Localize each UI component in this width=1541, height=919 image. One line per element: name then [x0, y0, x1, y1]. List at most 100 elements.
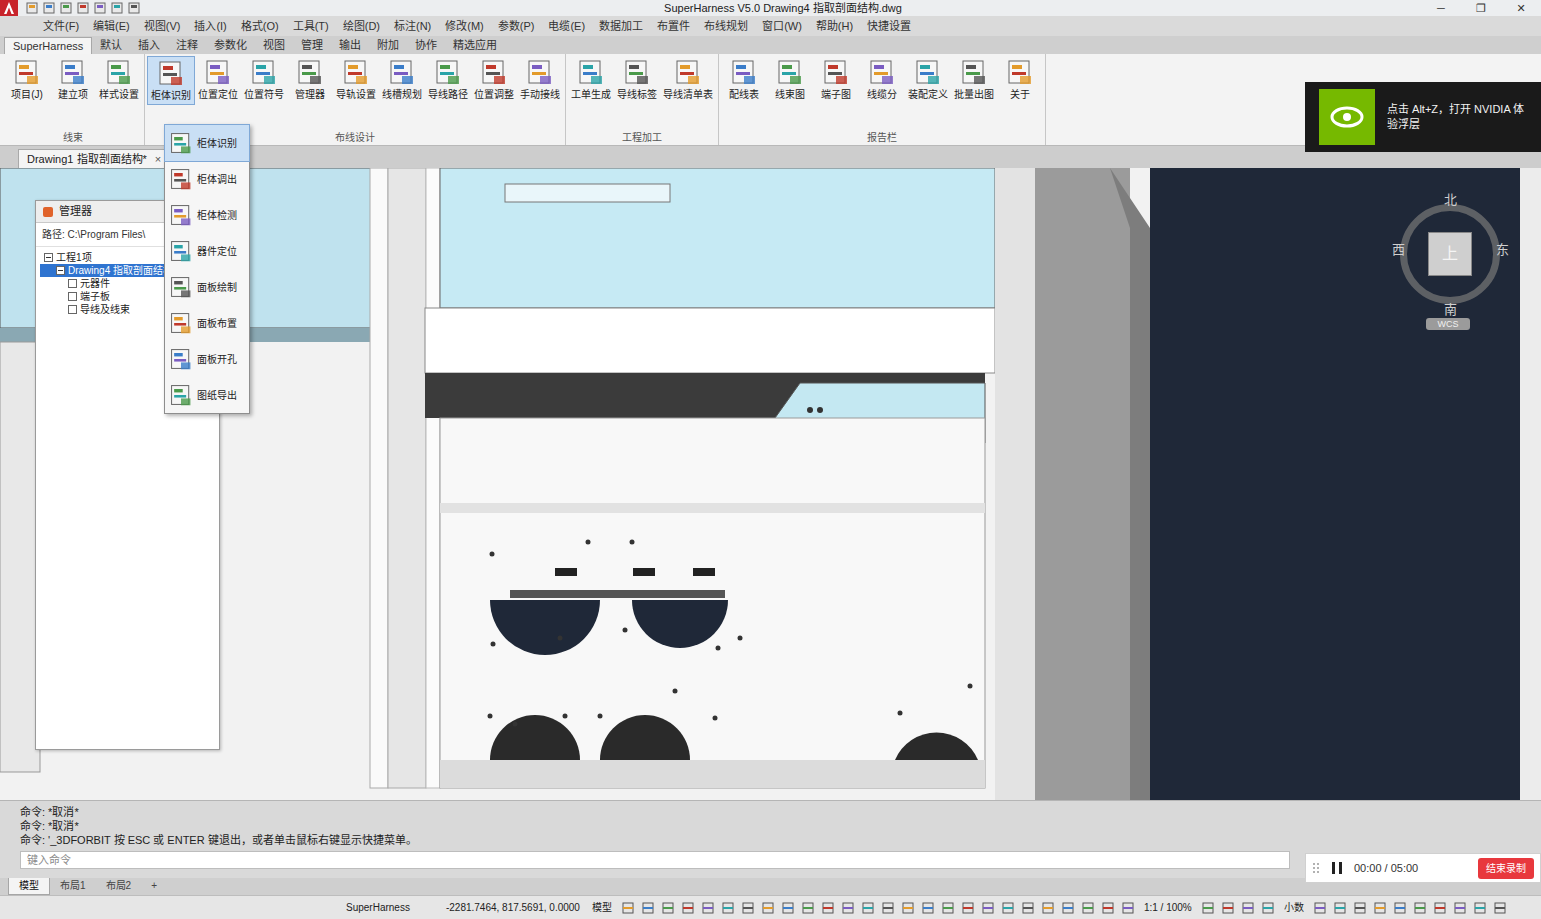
status-toggle-icon[interactable]: [1493, 901, 1507, 915]
cube-face[interactable]: 上: [1428, 232, 1472, 276]
window-control[interactable]: ✕: [1501, 0, 1541, 16]
menu-item[interactable]: 窗口(W): [755, 16, 809, 36]
menu-item[interactable]: 工具(T): [286, 16, 336, 36]
stop-recording-button[interactable]: 结束录制: [1478, 858, 1534, 879]
status-toggle-icon[interactable]: [1413, 901, 1427, 915]
status-toggle-icon[interactable]: [1081, 901, 1095, 915]
close-button[interactable]: ×: [155, 150, 161, 168]
ribbon-tab[interactable]: 参数化: [206, 36, 255, 54]
status-toggle-icon[interactable]: [1201, 901, 1215, 915]
ribbon-button[interactable]: 位置定位: [195, 56, 241, 103]
ribbon-tab[interactable]: 附加: [369, 36, 407, 54]
status-toggle-icon[interactable]: [781, 901, 795, 915]
ribbon-button[interactable]: 导线清单表: [660, 56, 716, 103]
dropdown-item[interactable]: 图纸导出: [165, 377, 249, 413]
ribbon-button[interactable]: 导线标签: [614, 56, 660, 103]
status-toggle-icon[interactable]: [661, 901, 675, 915]
status-toggle-icon[interactable]: [921, 901, 935, 915]
layout-tab[interactable]: +: [141, 878, 167, 894]
ribbon-tab[interactable]: 视图: [255, 36, 293, 54]
status-toggle-icon[interactable]: [641, 901, 655, 915]
status-toggle-icon[interactable]: [1313, 901, 1327, 915]
ribbon-button[interactable]: 装配定义: [905, 56, 951, 103]
menu-item[interactable]: 快捷设置: [860, 16, 918, 36]
command-input[interactable]: [20, 851, 1290, 869]
ribbon-button[interactable]: 项目(J): [4, 56, 50, 103]
quick-tool-icon[interactable]: [111, 2, 123, 14]
expand-toggle[interactable]: [68, 292, 77, 301]
ribbon-button[interactable]: 导线路径: [425, 56, 471, 103]
status-toggle-icon[interactable]: [821, 901, 835, 915]
status-mode[interactable]: 模型: [586, 900, 618, 915]
status-toggle-icon[interactable]: [1101, 901, 1115, 915]
status-toggle-icon[interactable]: [841, 901, 855, 915]
menu-item[interactable]: 布置件: [650, 16, 697, 36]
ribbon-button[interactable]: 位置符号: [241, 56, 287, 103]
ribbon-button[interactable]: 线槽规划: [379, 56, 425, 103]
status-toggle-icon[interactable]: [1393, 901, 1407, 915]
layout-tab[interactable]: 布局1: [50, 878, 96, 894]
layout-tab[interactable]: 布局2: [96, 878, 142, 894]
status-toggle-icon[interactable]: [881, 901, 895, 915]
ribbon-button[interactable]: 关于: [997, 56, 1043, 103]
menu-item[interactable]: 电缆(E): [541, 16, 592, 36]
status-toggle-icon[interactable]: [1121, 901, 1135, 915]
wcs-menu[interactable]: WCS: [1426, 318, 1470, 330]
ribbon-button[interactable]: 工单生成: [568, 56, 614, 103]
status-toggle-icon[interactable]: [801, 901, 815, 915]
quick-tool-icon[interactable]: [128, 2, 140, 14]
status-toggle-icon[interactable]: [1041, 901, 1055, 915]
expand-toggle[interactable]: [68, 305, 77, 314]
ribbon-button[interactable]: 手动接线: [517, 56, 563, 103]
pause-icon[interactable]: [1330, 861, 1344, 875]
status-toggle-icon[interactable]: [861, 901, 875, 915]
status-toggle-icon[interactable]: [1021, 901, 1035, 915]
menu-item[interactable]: 数据加工: [592, 16, 650, 36]
quick-tool-icon[interactable]: [26, 2, 38, 14]
layout-tab[interactable]: 模型: [8, 878, 50, 895]
quick-tool-icon[interactable]: [94, 2, 106, 14]
ribbon-tab[interactable]: 精选应用: [445, 36, 505, 54]
status-toggle-icon[interactable]: [761, 901, 775, 915]
status-toggle-icon[interactable]: [741, 901, 755, 915]
expand-toggle[interactable]: [56, 266, 65, 275]
ribbon-button[interactable]: 批量出图: [951, 56, 997, 103]
ribbon-button[interactable]: 配线表: [721, 56, 767, 103]
ribbon-tab[interactable]: 输出: [331, 36, 369, 54]
menu-item[interactable]: 标注(N): [387, 16, 438, 36]
compass-south[interactable]: 南: [1442, 300, 1458, 320]
document-tab[interactable]: Drawing1 指取剖面结构*×: [18, 149, 170, 168]
quick-tool-icon[interactable]: [43, 2, 55, 14]
status-toggle-icon[interactable]: [1221, 901, 1235, 915]
status-toggle-icon[interactable]: [701, 901, 715, 915]
dropdown-item[interactable]: 面板绘制: [165, 269, 249, 305]
status-toggle-icon[interactable]: [1061, 901, 1075, 915]
nvidia-notification[interactable]: 点击 Alt+Z，打开 NVIDIA 体验浮层: [1305, 82, 1541, 152]
expand-toggle[interactable]: [68, 279, 77, 288]
status-toggle-icon[interactable]: [981, 901, 995, 915]
status-toggle-icon[interactable]: [941, 901, 955, 915]
dropdown-item[interactable]: 面板开孔: [165, 341, 249, 377]
menu-item[interactable]: 编辑(E): [86, 16, 137, 36]
ribbon-button[interactable]: 线束图: [767, 56, 813, 103]
ribbon-tab[interactable]: 插入: [130, 36, 168, 54]
ribbon-button[interactable]: 建立项: [50, 56, 96, 103]
ribbon-tab[interactable]: 注释: [168, 36, 206, 54]
status-toggle-icon[interactable]: [621, 901, 635, 915]
status-scale[interactable]: 1:1 / 100%: [1138, 900, 1198, 915]
window-control[interactable]: ─: [1421, 0, 1461, 16]
quick-tool-icon[interactable]: [77, 2, 89, 14]
window-control[interactable]: ❐: [1461, 0, 1501, 16]
menu-item[interactable]: 布线规划: [697, 16, 755, 36]
status-toggle-icon[interactable]: [1353, 901, 1367, 915]
menu-item[interactable]: 插入(I): [187, 16, 233, 36]
dropdown-item[interactable]: 柜体识别: [165, 125, 249, 161]
menu-item[interactable]: 视图(V): [137, 16, 188, 36]
status-toggle-icon[interactable]: [1333, 901, 1347, 915]
dropdown-item[interactable]: 柜体检测: [165, 197, 249, 233]
view-cube[interactable]: 上北南西东WCS: [1390, 190, 1510, 335]
ribbon-button[interactable]: 位置调整: [471, 56, 517, 103]
ribbon-tab[interactable]: SuperHarness: [4, 37, 92, 54]
ribbon-button[interactable]: 管理器: [287, 56, 333, 103]
dropdown-item[interactable]: 器件定位: [165, 233, 249, 269]
